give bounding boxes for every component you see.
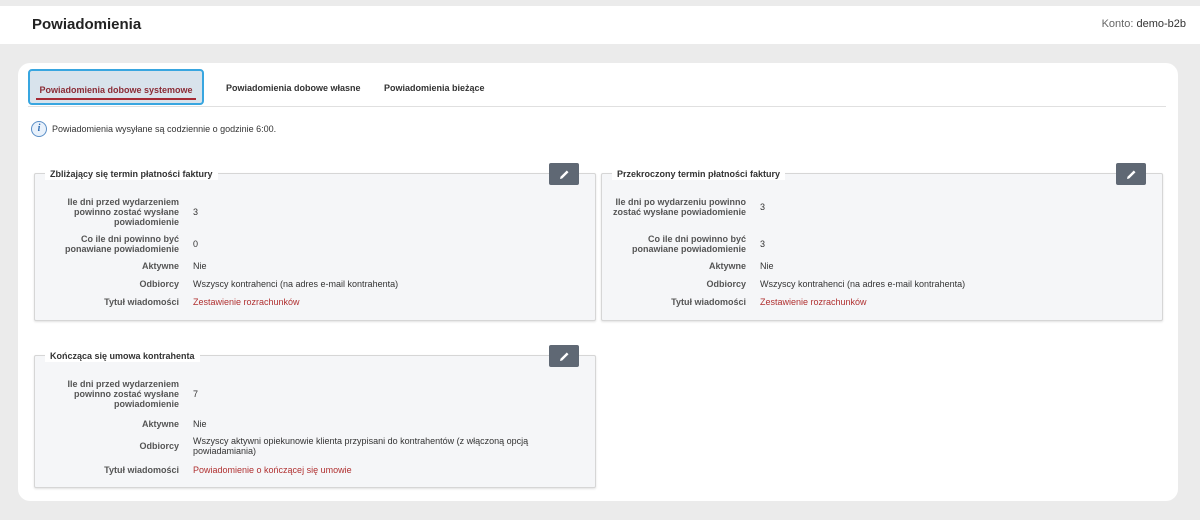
top-header-bar: Powiadomienia Konto: demo-b2b — [0, 6, 1200, 44]
notifications-card: Powiadomienia dobowe systemowe Powiadomi… — [18, 63, 1178, 501]
field-active: Aktywne Nie — [35, 261, 207, 271]
pencil-icon — [1126, 170, 1135, 179]
field-message-title: Tytuł wiadomości Zestawienie rozrachunkó… — [35, 297, 300, 307]
field-label: Tytuł wiadomości — [104, 297, 179, 307]
field-value: 3 — [760, 239, 766, 249]
panel-overdue-payment: Przekroczony termin płatności faktury Il… — [601, 163, 1163, 321]
edit-button[interactable] — [549, 345, 579, 367]
field-label: Odbiorcy — [139, 441, 179, 451]
field-recipients: Odbiorcy Wszyscy kontrahenci (na adres e… — [35, 279, 398, 289]
account-label: Konto: — [1101, 18, 1134, 30]
field-value: 7 — [193, 389, 199, 399]
field-value: Wszyscy aktywni opiekunowie klienta przy… — [193, 436, 529, 456]
field-active: Aktywne Nie — [602, 261, 774, 271]
message-title-link[interactable]: Zestawienie rozrachunków — [193, 297, 300, 307]
field-days-after: Ile dni po wydarzeniu powinno zostać wys… — [602, 197, 765, 217]
field-label: Aktywne — [708, 261, 746, 271]
field-label: Co ile dni powinno być ponawiane powiado… — [64, 234, 179, 254]
field-days-before: Ile dni przed wydarzeniem powinno zostać… — [35, 379, 198, 409]
field-value: 0 — [193, 239, 199, 249]
field-value: Wszyscy kontrahenci (na adres e-mail kon… — [193, 279, 399, 289]
field-value: Wszyscy kontrahenci (na adres e-mail kon… — [760, 279, 966, 289]
pencil-icon — [559, 170, 568, 179]
field-value: 3 — [193, 207, 199, 217]
field-label: Odbiorcy — [706, 279, 746, 289]
field-label: Co ile dni powinno być ponawiane powiado… — [631, 234, 746, 254]
field-label: Ile dni przed wydarzeniem powinno zostać… — [67, 197, 179, 227]
panel-upcoming-payment: Zbliżający się termin płatności faktury … — [34, 163, 596, 321]
field-value: Nie — [760, 261, 774, 271]
field-label: Ile dni przed wydarzeniem powinno zostać… — [67, 379, 179, 409]
tab-daily-system[interactable]: Powiadomienia dobowe systemowe — [28, 69, 204, 105]
field-message-title: Tytuł wiadomości Zestawienie rozrachunkó… — [602, 297, 867, 307]
field-active: Aktywne Nie — [35, 419, 207, 429]
account-indicator: Konto: demo-b2b — [1102, 18, 1186, 30]
field-recipients: Odbiorcy Wszyscy aktywni opiekunowie kli… — [35, 436, 573, 456]
account-name: demo-b2b — [1136, 18, 1186, 30]
field-label: Odbiorcy — [139, 279, 179, 289]
field-repeat-interval: Co ile dni powinno być ponawiane powiado… — [602, 234, 765, 254]
field-value: Nie — [193, 419, 207, 429]
field-label: Aktywne — [141, 261, 179, 271]
pencil-icon — [559, 352, 568, 361]
message-title-link[interactable]: Zestawienie rozrachunków — [760, 297, 867, 307]
info-message: i Powiadomienia wysyłane są codziennie o… — [31, 121, 276, 137]
tab-current[interactable]: Powiadomienia bieżące — [384, 69, 485, 105]
info-text: Powiadomienia wysyłane są codziennie o g… — [52, 124, 277, 134]
edit-button[interactable] — [549, 163, 579, 185]
info-icon: i — [31, 121, 47, 137]
field-message-title: Tytuł wiadomości Powiadomienie o kończąc… — [35, 465, 352, 475]
panel-title: Zbliżający się termin płatności faktury — [45, 168, 218, 180]
field-value: Nie — [193, 261, 207, 271]
field-days-before: Ile dni przed wydarzeniem powinno zostać… — [35, 197, 198, 227]
tab-bar: Powiadomienia dobowe systemowe Powiadomi… — [28, 69, 1166, 107]
panel-contract-ending: Kończąca się umowa kontrahenta Ile dni p… — [34, 345, 596, 488]
field-repeat-interval: Co ile dni powinno być ponawiane powiado… — [35, 234, 198, 254]
field-label: Aktywne — [141, 419, 179, 429]
panel-title: Przekroczony termin płatności faktury — [612, 168, 786, 180]
page-title: Powiadomienia — [32, 16, 142, 33]
field-recipients: Odbiorcy Wszyscy kontrahenci (na adres e… — [602, 279, 965, 289]
tab-daily-custom[interactable]: Powiadomienia dobowe własne — [226, 69, 361, 105]
field-value: 3 — [760, 202, 766, 212]
field-label: Tytuł wiadomości — [104, 465, 179, 475]
edit-button[interactable] — [1116, 163, 1146, 185]
panel-title: Kończąca się umowa kontrahenta — [45, 350, 200, 362]
field-label: Ile dni po wydarzeniu powinno zostać wys… — [612, 197, 746, 217]
message-title-link[interactable]: Powiadomienie o kończącej się umowie — [193, 465, 352, 475]
field-label: Tytuł wiadomości — [671, 297, 746, 307]
